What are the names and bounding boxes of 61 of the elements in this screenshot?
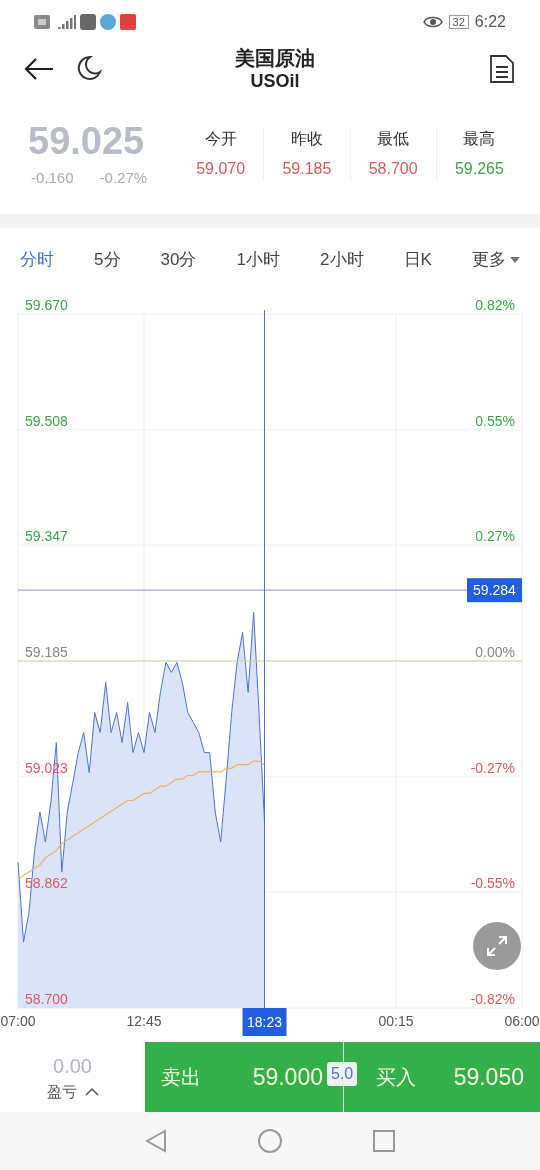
page-subtitle: USOil: [250, 70, 300, 92]
stat-label: 最高: [463, 129, 496, 149]
percent-axis-label: 0.00%: [475, 644, 515, 660]
fullscreen-button[interactable]: [473, 922, 521, 970]
time-axis-label: 07:00: [0, 1013, 36, 1029]
sell-label: 卖出: [161, 1065, 201, 1090]
buy-label: 买入: [376, 1065, 416, 1090]
percent-axis-label: 0.27%: [475, 528, 515, 545]
ref-line-label: 59.284: [473, 582, 517, 599]
price-axis-label: 58.862: [25, 875, 68, 892]
crosshair-time-tag: 18:23: [242, 1008, 287, 1036]
current-price: 59.025: [28, 118, 146, 163]
sell-price: 59.000: [252, 1062, 323, 1092]
stat-value: 59.265: [454, 159, 504, 179]
stat-value: 59.185: [282, 159, 332, 179]
percent-axis-label: 0.55%: [475, 412, 515, 429]
profit-loss-value: 0.00: [53, 1053, 92, 1079]
timeframe-tab[interactable]: 5分: [90, 247, 125, 273]
time-axis-label: 12:45: [126, 1013, 162, 1029]
back-nav-icon[interactable]: [145, 1129, 167, 1153]
price-axis-label: 59.508: [25, 412, 68, 429]
expand-icon: [485, 934, 509, 958]
timeframe-tab[interactable]: 分时: [16, 247, 58, 273]
time-axis-label: 00:15: [378, 1013, 414, 1029]
price-axis-label: 59.347: [25, 528, 68, 545]
back-button[interactable]: [24, 57, 56, 81]
percent-axis-label: -0.55%: [470, 875, 515, 892]
crosshair-price-tag: 59.284: [467, 578, 522, 603]
timeframe-tab[interactable]: 30分: [156, 247, 201, 273]
buy-price: 59.050: [453, 1062, 524, 1092]
price-axis-label: 58.700: [25, 991, 68, 1007]
caret-down-icon: [509, 257, 520, 263]
back-icon: [24, 57, 54, 81]
status-time: 6:22: [474, 12, 506, 32]
price-change: -0.160: [31, 167, 74, 188]
percent-axis-label: 0.82%: [475, 297, 515, 313]
profit-loss-toggle[interactable]: 盈亏: [46, 1080, 99, 1104]
eye-icon: [422, 15, 443, 29]
percent-axis-label: -0.27%: [470, 759, 515, 776]
stat-label: 最低: [377, 129, 410, 149]
percent-axis-label: -0.82%: [470, 991, 515, 1007]
battery-indicator: 32: [448, 15, 469, 29]
stat-value: 58.700: [368, 159, 418, 179]
stat-label: 昨收: [290, 129, 323, 149]
more-dropdown[interactable]: 更多: [467, 247, 524, 273]
document-icon: [488, 54, 516, 84]
home-nav-icon[interactable]: [257, 1128, 283, 1154]
document-button[interactable]: [488, 54, 516, 84]
time-axis-label: 06:00: [504, 1013, 540, 1029]
price-axis-label: 59.185: [25, 644, 68, 660]
page-title: 美国原油: [235, 46, 315, 70]
price-change-percent: -0.27%: [99, 167, 148, 188]
timeframe-tab[interactable]: 2小时: [316, 247, 368, 273]
spread-badge: 5.0: [327, 1062, 358, 1086]
recents-nav-icon[interactable]: [373, 1130, 395, 1152]
timeframe-tab[interactable]: 1小时: [232, 247, 284, 273]
chevron-up-icon: [84, 1088, 99, 1096]
stat-value: 59.070: [196, 159, 246, 179]
timeframe-tab[interactable]: 日K: [399, 247, 436, 273]
stat-label: 今开: [204, 129, 237, 149]
price-axis-label: 59.670: [25, 297, 68, 313]
